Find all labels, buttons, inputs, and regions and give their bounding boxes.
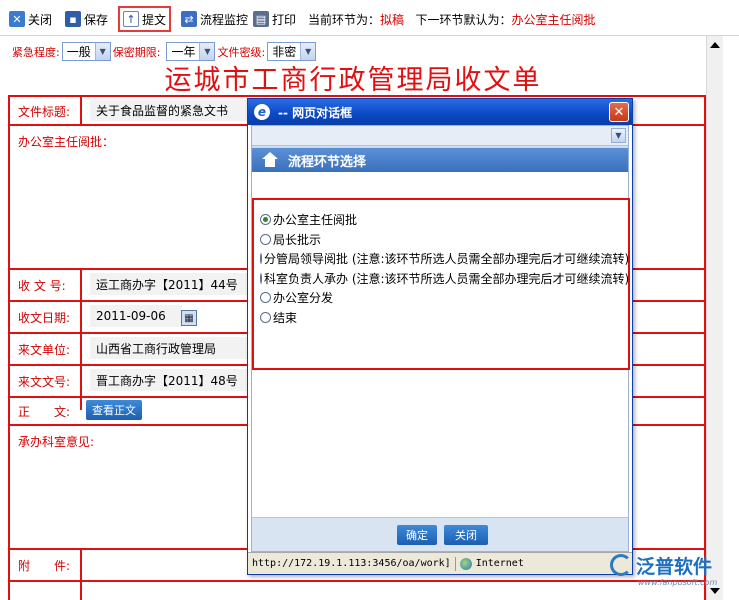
confirm-button[interactable]: 确定 [397,525,437,545]
doc-title-label: 文件标题: [18,105,71,119]
radio-button[interactable] [260,292,271,304]
chevron-down-icon[interactable]: ▼ [611,128,626,143]
step-option-label: 科室负责人承办 (注意:该环节所选人员需全部办理完后才可继续流转) [264,271,630,286]
flow-icon: ⇄ [181,11,197,27]
dialog-titlebar[interactable]: e -- 网页对话框 ✕ [248,99,632,125]
radio-button[interactable] [260,311,271,323]
view-body-button[interactable]: 查看正文 [86,400,142,420]
print-button[interactable]: ▤ 打印 [252,8,297,30]
dialog-statusbar: http://172.19.1.113:3456/oa/work] Intern… [248,552,632,574]
globe-icon [459,557,472,570]
body-label: 正 文: [18,405,71,419]
step-option[interactable]: 办公室主任阅批 [254,210,628,230]
step-options: 办公室主任阅批 局长批示分管局领导阅批 (注意:该环节所选人员需全部办理完后才可继… [252,198,630,370]
workflow-status: 当前环节为：拟稿 下一环节默认为：办公室主任阅批 [308,13,596,27]
floppy-icon: ▪ [65,11,81,27]
save-button[interactable]: ▪ 保存 [64,8,109,30]
dialog-body: 办公室主任阅批 局长批示分管局领导阅批 (注意:该环节所选人员需全部办理完后才可继… [252,172,630,551]
scroll-up-icon[interactable] [710,42,720,48]
printer-icon: ▤ [253,11,269,27]
page-title: 运城市工商行政管理局收文单 [164,65,542,96]
sender-label: 来文单位: [18,343,71,357]
attachment-label: 附 件: [18,559,71,573]
close-doc-icon: ✕ [9,11,25,27]
status-zone: Internet [475,558,524,569]
dialog-content: ▼ 流程环节选择 办公室主任阅批 局长批示分管局领导阅批 (注意:该环节所选人员需… [251,125,630,552]
radio-button[interactable] [260,214,271,226]
current-step: 拟稿 [380,13,405,27]
row-doc-title [10,95,704,97]
step-option-label: 结束 [273,310,298,325]
ie-icon: e [254,104,270,120]
receive-no-label: 收 文 号: [18,279,66,293]
dialog-close-icon[interactable]: ✕ [609,102,629,122]
step-option[interactable]: 办公室分发 [254,288,628,308]
page-scrollbar[interactable] [706,36,723,600]
step-option[interactable]: 科室负责人承办 (注意:该环节所选人员需全部办理完后才可继续流转) [254,269,630,289]
radio-button[interactable] [260,253,262,265]
upload-icon: ↑ [123,11,139,27]
receive-date-field[interactable]: 2011-09-06 [90,305,182,327]
step-option-label: 办公室分发 [273,291,334,306]
dept-opinion-label: 承办科室意见: [18,435,95,449]
radio-button[interactable] [260,233,271,245]
step-option-label: 局长批示 [273,232,322,247]
radio-button[interactable] [260,272,262,284]
step-option[interactable]: 局长批示 [254,230,628,250]
director-review-label: 办公室主任阅批： [18,135,115,149]
doc-title-field[interactable]: 关于食品监督的紧急文书 [90,99,250,121]
submit-button[interactable]: ↑ 提文 [118,6,172,32]
next-step: 办公室主任阅批 [511,13,596,27]
dialog-cancel-button[interactable]: 关闭 [444,525,488,545]
fanpu-logo-icon [610,554,632,576]
flow-monitor-button[interactable]: ⇄ 流程监控 [180,8,249,30]
close-button[interactable]: ✕ 关闭 [8,8,53,30]
status-url: http://172.19.1.113:3456/oa/work] [252,558,451,569]
toolbar: ✕ 关闭 ▪ 保存 ↑ 提文 ⇄ 流程监控 ▤ 打印 当前环节为：拟稿 下一环节… [0,0,739,36]
step-option[interactable]: 分管局领导阅批 (注意:该环节所选人员需全部办理完后才可继续流转) [254,249,630,269]
step-option[interactable]: 结束 [254,308,628,328]
watermark: 泛普软件 www.fanpusoft.com [608,552,728,592]
dialog-header: 流程环节选择 [252,148,628,172]
receive-no-field[interactable]: 运工商办字【2011】44号 [90,273,250,295]
receive-date-label: 收文日期: [18,311,71,325]
sender-no-field[interactable]: 晋工商办字【2011】48号 [90,369,250,391]
calendar-icon[interactable]: ▦ [181,310,197,326]
dialog-actions: 确定 关闭 [252,517,628,551]
sender-no-label: 来文文号: [18,375,71,389]
sender-field[interactable]: 山西省工商行政管理局 [90,337,250,359]
step-option-label: 办公室主任阅批 [273,213,358,228]
home-icon [262,152,278,159]
step-option-label: 分管局领导阅批 (注意:该环节所选人员需全部办理完后才可继续流转) [264,252,630,267]
flow-step-dialog: e -- 网页对话框 ✕ ▼ 流程环节选择 办公室主任阅批 局长批示分管局领导阅批… [247,98,633,575]
dialog-topbar: ▼ [252,126,628,146]
